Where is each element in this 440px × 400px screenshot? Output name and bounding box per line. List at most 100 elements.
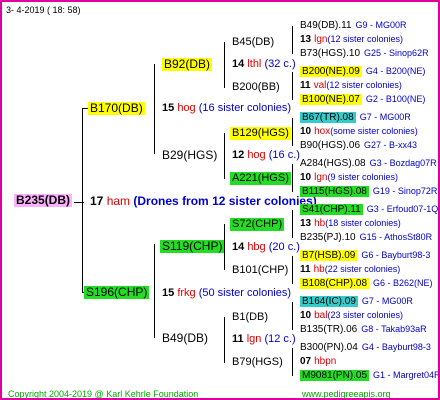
gen1-drone-1: 15 hog (16 sister colonies): [162, 102, 291, 115]
label: hog: [177, 102, 196, 114]
gen4-queen[interactable]: B7(HSB).09: [300, 250, 358, 261]
gen4-note: (18 sister colonies): [325, 218, 401, 228]
gen3-queen-1[interactable]: B45(DB): [232, 36, 274, 49]
gen4-queen[interactable]: S41(CHP).11: [300, 204, 363, 215]
gen4-row: B235(PJ).10 G15 - AthosSt80R: [300, 231, 432, 244]
gen4-row: M9081(PN).05 G1 - Margret04R: [300, 369, 440, 382]
gen4-queen[interactable]: B90(HGS).06: [300, 140, 360, 151]
root-queen[interactable]: B235(DB): [14, 194, 73, 207]
root-num: 17: [90, 194, 104, 208]
gen2-queen-2[interactable]: B29(HGS): [162, 149, 217, 162]
gen4-queen[interactable]: B49(DB).11: [300, 20, 352, 31]
root-label: ham: [106, 194, 131, 208]
gen4-row: B200(NE).09 G4 - B200(NE): [300, 65, 425, 78]
gen4-queen[interactable]: B135(TR).06: [300, 324, 357, 335]
num: 11: [232, 333, 244, 345]
gen4-row: 10 hox(some sister colonies): [300, 125, 418, 138]
gen4-ref: G27 - B-xx43: [364, 140, 418, 150]
gen4-num: 11: [300, 264, 311, 275]
gen4-ref: G7 - MG00R: [359, 112, 411, 122]
gen1-queen-1[interactable]: B170(DB): [88, 102, 145, 115]
gen4-queen[interactable]: B200(NE).09: [300, 66, 362, 77]
gen4-note: (22 sister colonies): [324, 264, 401, 274]
gen4-row: B49(DB).11 G9 - MG00R: [300, 19, 407, 32]
gen4-row: B164(IC).09 G7 - MG00R: [300, 295, 413, 308]
gen4-ref: G15 - AthosSt80R: [359, 232, 433, 242]
label: lthl: [247, 58, 262, 70]
gen4-queen[interactable]: B235(PJ).10: [300, 232, 356, 243]
gen4-num: 13: [300, 218, 312, 229]
gen1-drone-2: 15 frkg (50 sister colonies): [162, 287, 291, 300]
gen3-queen-5[interactable]: S72(CHP): [230, 218, 285, 231]
gen4-row: 13 lgn(12 sister colonies): [300, 33, 403, 46]
gen4-row: B108(CHP).08 G6 - B262(NE): [300, 277, 433, 290]
gen4-ref: G9 - MG00R: [355, 20, 407, 30]
pedigree-chart: 3- 4-2019 ( 18: 58) B235(DB) 17 ham (Dro…: [0, 0, 440, 400]
note: (16 sister colonies): [198, 102, 292, 114]
gen3-queen-6[interactable]: B101(CHP): [232, 264, 288, 277]
gen4-note: (9 sister colonies): [327, 172, 399, 182]
gen4-row: B115(HGS).08 G19 - Sinop72R: [300, 185, 437, 198]
gen4-ref: G8 - Takab93aR: [361, 324, 427, 334]
gen3-queen-8[interactable]: B79(HGS): [232, 356, 283, 369]
gen3-queen-4[interactable]: A221(HGS): [230, 172, 291, 185]
gen4-num: 10: [300, 126, 312, 137]
gen4-ref: G1 - Margret04R: [373, 370, 440, 380]
label: lgn: [246, 333, 262, 345]
gen4-row: B73(HGS).10 G25 - Sinop62R: [300, 47, 429, 60]
gen4-queen[interactable]: B300(PN).04: [300, 342, 358, 353]
gen4-queen[interactable]: B108(CHP).08: [300, 278, 370, 289]
gen4-row: B100(NE).07 G2 - B100(NE): [300, 93, 425, 106]
gen4-queen[interactable]: B67(TR).08: [300, 112, 356, 123]
gen4-ref: G25 - Sinop62R: [364, 48, 429, 58]
note: (16 c.): [268, 149, 300, 161]
gen2-queen-1[interactable]: B92(DB): [162, 58, 213, 71]
gen4-row: A284(HGS).08 G3 - Bozdag07R: [300, 157, 437, 170]
gen4-label: hb: [313, 264, 325, 275]
gen4-queen[interactable]: M9081(PN).05: [300, 370, 370, 381]
gen4-label: lgn: [314, 172, 328, 183]
gen4-ref: G4 - Bayburt98-3: [361, 342, 431, 352]
note: (50 sister colonies): [198, 287, 292, 299]
gen4-queen[interactable]: B115(HGS).08: [300, 186, 369, 197]
gen4-row: B67(TR).08 G7 - MG00R: [300, 111, 411, 124]
gen4-note: (some sister colonies): [330, 126, 418, 136]
gen4-label: hb: [314, 218, 326, 229]
gen4-num: 13: [300, 34, 312, 45]
note: (32 c.): [264, 58, 296, 70]
gen4-note: (12 sister colonies): [326, 80, 402, 90]
gen3-queen-7[interactable]: B1(DB): [232, 311, 268, 324]
gen4-queen[interactable]: A284(HGS).08: [300, 158, 366, 169]
gen1-queen-2[interactable]: S196(CHP): [84, 286, 150, 299]
gen3-queen-3[interactable]: B129(HGS): [230, 127, 291, 140]
label: hog: [247, 149, 266, 161]
gen4-ref: G6 - B262(NE): [373, 278, 433, 288]
gen4-row: B90(HGS).06 G27 - B-xx43: [300, 139, 417, 152]
gen2-queen-4[interactable]: B49(DB): [162, 332, 208, 345]
gen4-queen[interactable]: B100(NE).07: [300, 94, 362, 105]
gen4-row: 10 lgn(9 sister colonies): [300, 171, 398, 184]
gen4-label: hbpn: [314, 356, 337, 367]
copyright: Copyright 2004-2019 @ Karl Kehrle Founda…: [8, 389, 199, 399]
site-url[interactable]: www.pedigreeapis.org: [302, 388, 391, 398]
gen4-row: 10 bal(23 sister colonies): [300, 309, 403, 322]
num: 14: [232, 58, 245, 70]
gen2-drone-4: 11 lgn (12 c.): [232, 333, 296, 346]
note: (12 c.): [264, 333, 296, 345]
gen4-row: 11 hb(22 sister colonies): [300, 263, 400, 276]
label: hbg: [247, 241, 266, 253]
gen4-row: 07 hbpn: [300, 355, 336, 368]
num: 14: [232, 241, 245, 253]
gen4-ref: G2 - B100(NE): [365, 94, 426, 104]
gen4-note: (12 sister colonies): [327, 34, 404, 44]
gen4-row: B7(HSB).09 G6 - Bayburt98-3: [300, 249, 430, 262]
gen4-queen[interactable]: B164(IC).09: [300, 296, 358, 307]
gen4-note: (23 sister colonies): [327, 310, 404, 320]
gen4-ref: G7 - MG00R: [361, 296, 413, 306]
gen4-queen[interactable]: B73(HGS).10: [300, 48, 360, 59]
gen4-label: hox: [314, 126, 331, 137]
gen3-queen-2[interactable]: B200(BB): [232, 81, 280, 94]
gen2-queen-3[interactable]: S119(CHP): [160, 240, 225, 253]
gen4-row: S41(CHP).11 G3 - Erfoud07-1Q: [300, 203, 438, 216]
gen2-drone-2: 12 hog (16 c.): [232, 149, 300, 162]
